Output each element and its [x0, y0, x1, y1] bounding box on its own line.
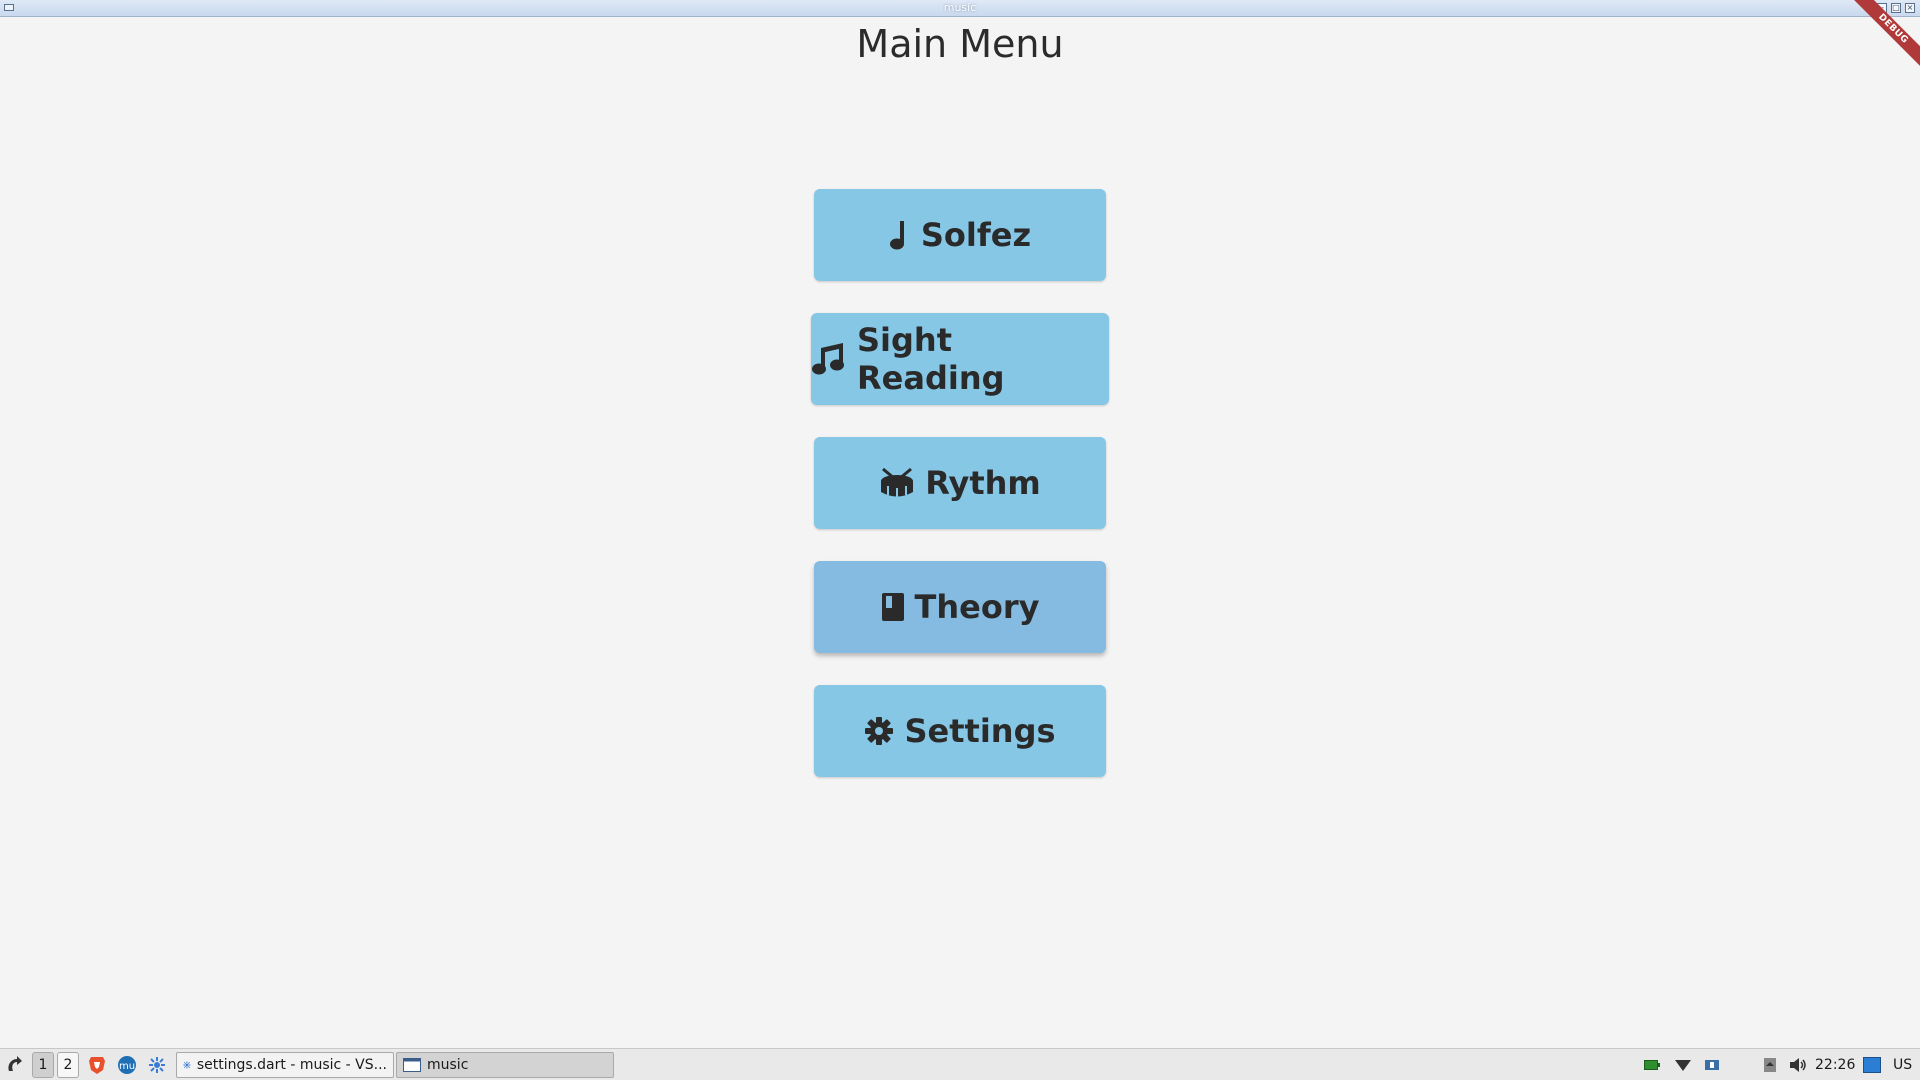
window-icon [403, 1058, 421, 1072]
svg-text:mu: mu [119, 1061, 135, 1072]
taskbar-task-music[interactable]: music [396, 1052, 614, 1078]
solfez-button[interactable]: Solfez [814, 189, 1106, 281]
show-desktop-icon[interactable] [1862, 1052, 1882, 1078]
taskbar-task-label: settings.dart - music - VS... [196, 1057, 387, 1073]
eject-icon[interactable] [1761, 1052, 1779, 1078]
musescore-icon[interactable]: mu [116, 1052, 138, 1078]
start-menu-icon[interactable] [3, 1052, 27, 1078]
book-icon [881, 592, 905, 622]
taskbar-task-label: music [427, 1057, 469, 1073]
workspace-1-button[interactable]: 1 [32, 1052, 54, 1078]
clock[interactable]: 22:26 [1815, 1052, 1855, 1078]
wifi-icon[interactable] [1674, 1052, 1692, 1078]
music-note-icon [889, 219, 911, 251]
battery-icon[interactable] [1643, 1052, 1661, 1078]
close-icon[interactable]: × [1905, 3, 1915, 13]
gear-icon [864, 716, 894, 746]
page-title: Main Menu [856, 22, 1064, 66]
app-launcher-icon[interactable] [146, 1052, 168, 1078]
brave-browser-icon[interactable] [86, 1052, 108, 1078]
sight-reading-label: Sight Reading [857, 321, 1005, 397]
theory-label: Theory [914, 588, 1040, 626]
music-notes-icon [811, 342, 847, 376]
rythm-button[interactable]: Rythm [814, 437, 1106, 529]
settings-button[interactable]: Settings [814, 685, 1106, 777]
maximize-icon[interactable]: □ [1891, 3, 1901, 13]
network-icon[interactable] [1703, 1052, 1721, 1078]
minimize-icon[interactable]: – [1877, 3, 1887, 13]
window-title: music [943, 1, 977, 14]
settings-label: Settings [904, 712, 1056, 750]
volume-icon[interactable] [1788, 1052, 1808, 1078]
workspace-2-button[interactable]: 2 [57, 1052, 79, 1078]
sight-reading-button[interactable]: Sight Reading [811, 313, 1109, 405]
taskbar-task-vscode[interactable]: settings.dart - music - VS... [176, 1052, 394, 1078]
taskbar: 1 2 mu settings.dart - music - VS... mus… [0, 1048, 1920, 1080]
solfez-label: Solfez [920, 216, 1032, 254]
rythm-label: Rythm [925, 464, 1041, 502]
theory-button[interactable]: Theory [814, 561, 1106, 653]
keyboard-layout-indicator[interactable]: US [1893, 1052, 1912, 1078]
drum-icon [879, 467, 915, 499]
vscode-icon [183, 1061, 191, 1069]
window-titlebar[interactable]: music – □ × [0, 0, 1920, 17]
